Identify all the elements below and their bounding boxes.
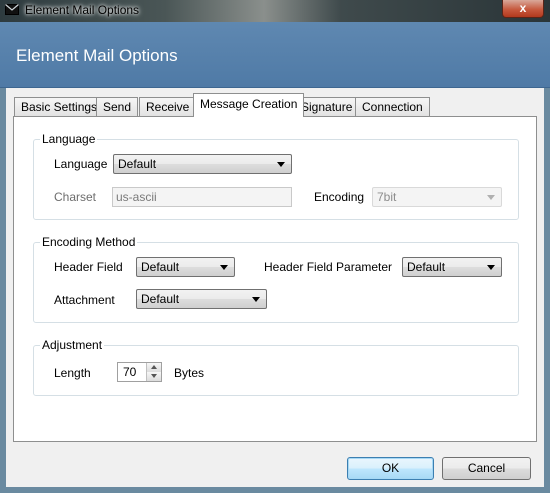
tab-send[interactable]: Send: [96, 97, 139, 116]
chevron-down-icon: [220, 265, 228, 270]
language-group-title: Language: [40, 132, 98, 146]
header-field-select[interactable]: Default: [136, 257, 235, 277]
close-button[interactable]: x: [502, 0, 544, 18]
charset-field[interactable]: us-ascii: [112, 187, 292, 207]
language-select[interactable]: Default: [113, 154, 292, 174]
attachment-select[interactable]: Default: [136, 289, 267, 309]
attachment-label: Attachment: [54, 293, 115, 307]
chevron-down-icon: [277, 162, 285, 167]
encoding-select-value: 7bit: [377, 190, 397, 204]
dialog-heading: Element Mail Options: [16, 46, 178, 65]
ok-button[interactable]: OK: [347, 457, 434, 480]
tab-message-creation[interactable]: Message Creation: [193, 93, 305, 117]
bytes-unit-label: Bytes: [174, 366, 205, 380]
adjustment-group-title: Adjustment: [40, 338, 105, 352]
header-field-label: Header Field: [54, 260, 123, 274]
header-field-select-value: Default: [141, 260, 180, 274]
charset-value: us-ascii: [116, 190, 157, 204]
adjustment-group: Adjustment: [33, 338, 519, 396]
increment-icon[interactable]: [146, 363, 161, 372]
tab-receive[interactable]: Receive: [139, 97, 197, 116]
chevron-down-icon: [487, 195, 495, 200]
title-bar[interactable]: Element Mail Options x: [0, 0, 550, 22]
decrement-icon[interactable]: [146, 372, 161, 381]
dialog-header: Element Mail Options: [0, 22, 550, 88]
language-label: Language: [54, 157, 108, 171]
message-creation-panel: Language Language Default Charset us-asc…: [13, 116, 537, 442]
tab-basic-settings[interactable]: Basic Settings: [14, 97, 105, 116]
chevron-down-icon: [252, 297, 260, 302]
cancel-button[interactable]: Cancel: [442, 457, 531, 480]
header-field-parameter-select-value: Default: [407, 260, 446, 274]
length-label: Length: [54, 366, 91, 380]
chevron-down-icon: [487, 265, 495, 270]
length-value: 70: [123, 365, 137, 379]
header-field-parameter-select[interactable]: Default: [402, 257, 502, 277]
language-select-value: Default: [118, 157, 157, 171]
charset-label: Charset: [54, 190, 97, 204]
encoding-method-group-title: Encoding Method: [40, 235, 138, 249]
attachment-select-value: Default: [141, 292, 180, 306]
encoding-label: Encoding: [314, 190, 365, 204]
envelope-icon: [5, 4, 19, 15]
header-field-parameter-label: Header Field Parameter: [264, 260, 393, 274]
tab-connection[interactable]: Connection: [355, 97, 430, 116]
language-group: Language: [33, 132, 519, 220]
window-title: Element Mail Options: [25, 3, 140, 17]
encoding-select[interactable]: 7bit: [372, 187, 502, 207]
length-stepper[interactable]: 70: [117, 362, 162, 382]
encoding-method-group: Encoding Method: [33, 235, 519, 323]
